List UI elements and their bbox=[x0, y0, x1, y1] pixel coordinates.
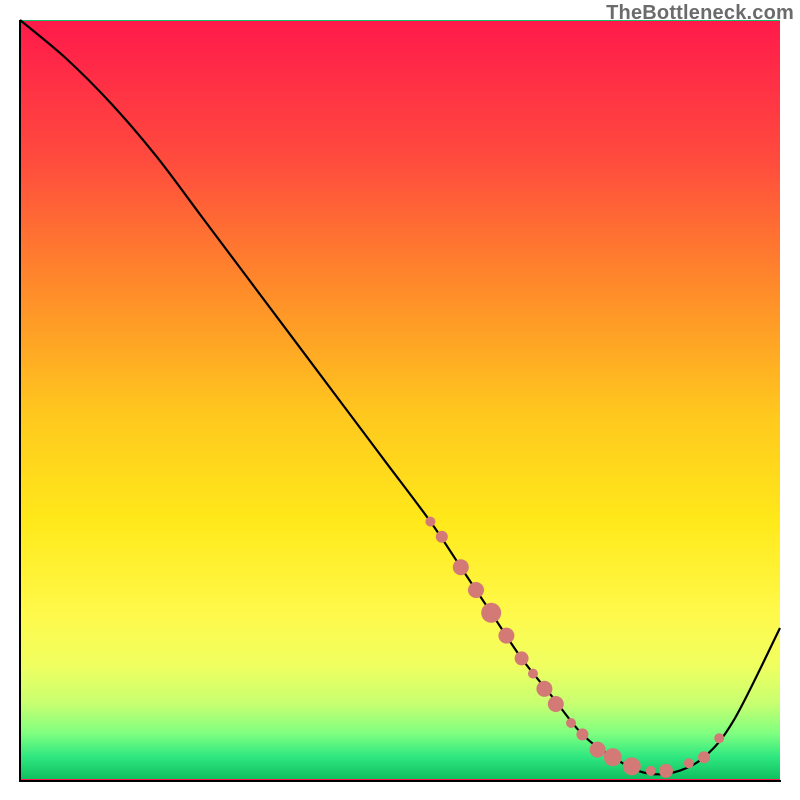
data-marker bbox=[425, 517, 435, 527]
data-marker bbox=[566, 718, 576, 728]
data-marker bbox=[481, 603, 501, 623]
data-marker bbox=[548, 696, 564, 712]
data-marker bbox=[576, 728, 588, 740]
data-marker bbox=[436, 531, 448, 543]
data-marker bbox=[468, 582, 484, 598]
x-axis bbox=[19, 780, 781, 782]
data-marker bbox=[528, 669, 538, 679]
data-marker bbox=[590, 742, 606, 758]
watermark-label: TheBottleneck.com bbox=[606, 2, 794, 25]
data-markers bbox=[425, 517, 724, 778]
data-marker bbox=[536, 681, 552, 697]
data-marker bbox=[714, 733, 724, 743]
data-marker bbox=[515, 651, 529, 665]
data-marker bbox=[604, 748, 622, 766]
chart-svg bbox=[20, 20, 780, 780]
chart-container: TheBottleneck.com bbox=[0, 0, 800, 800]
data-marker bbox=[659, 764, 673, 778]
data-marker bbox=[698, 751, 710, 763]
bottleneck-curve bbox=[20, 20, 780, 774]
data-marker bbox=[453, 559, 469, 575]
data-marker bbox=[498, 628, 514, 644]
data-marker bbox=[646, 766, 656, 776]
data-marker bbox=[623, 757, 641, 775]
data-marker bbox=[684, 758, 694, 768]
